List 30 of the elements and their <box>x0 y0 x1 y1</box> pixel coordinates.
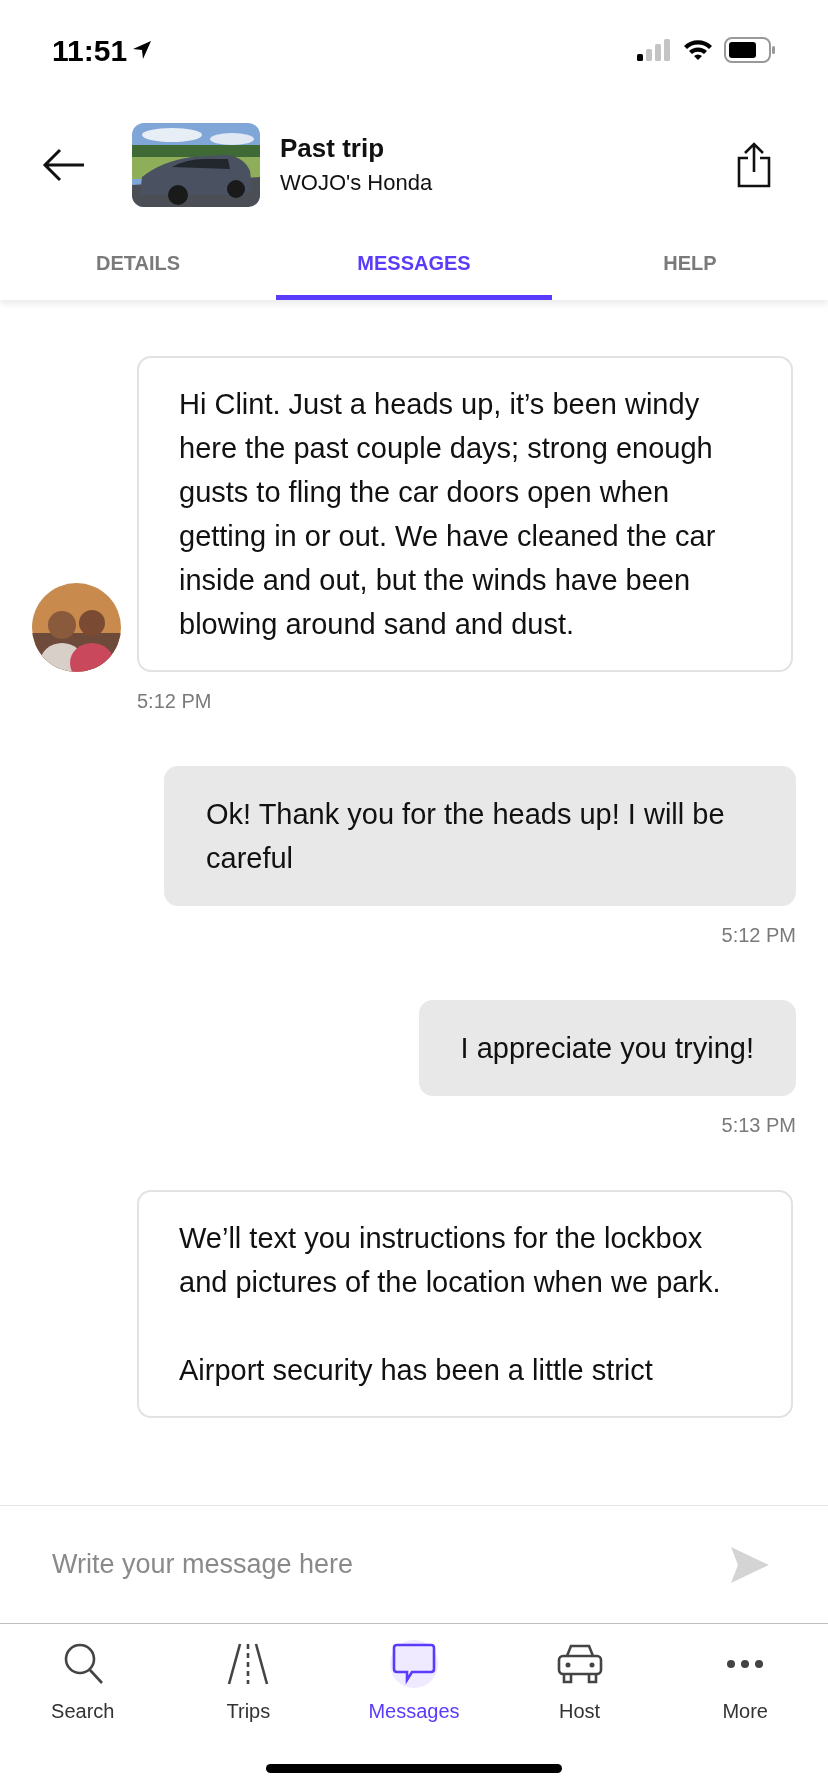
nav-tab[interactable]: Messages <box>331 1624 497 1760</box>
message-text: Hi Clint. Just a heads up, it’s been windy here the past couple days; strong enough gusts to fling the car doors open when getting in or out. We have cleaned the car inside and out, but the winds have been blowing around sand and dust. <box>179 387 717 642</box>
message-time: 5:12 PM <box>137 689 212 714</box>
nav-tab[interactable]: Host <box>496 1624 663 1760</box>
car-name: WOJO's Honda <box>280 169 434 197</box>
location-icon <box>131 39 154 61</box>
chat-bubble-icon <box>390 1640 438 1688</box>
share-icon <box>736 142 772 188</box>
message-time: 5:13 PM <box>721 1113 796 1138</box>
signal-icon <box>636 38 672 62</box>
tab[interactable]: HELP <box>552 230 828 300</box>
search-icon <box>62 1642 103 1686</box>
trip-status: Past trip <box>280 132 386 165</box>
nav-tab[interactable]: More <box>662 1624 828 1760</box>
message-time: 5:12 PM <box>721 923 796 948</box>
message-text: Ok! Thank you for the heads up! I will be careful <box>206 797 726 876</box>
message-text: I appreciate you trying! <box>460 1031 754 1066</box>
nav-tab[interactable]: Trips <box>165 1624 332 1760</box>
battery-icon <box>724 37 776 63</box>
message-input[interactable]: Write your message here <box>52 1544 728 1585</box>
status-time: 11:51 <box>52 32 128 69</box>
car-icon <box>556 1642 603 1686</box>
send-icon <box>730 1545 770 1584</box>
wifi-icon <box>682 38 714 62</box>
tab[interactable]: DETAILS <box>0 230 276 300</box>
back-arrow-icon <box>42 147 86 183</box>
road-icon <box>226 1642 271 1686</box>
message-text: We’ll text you instructions for the lockbox and pictures of the location when we park. Airport security has been a little strict <box>179 1221 722 1388</box>
nav-tab[interactable]: Search <box>0 1624 166 1760</box>
more-icon <box>726 1659 765 1669</box>
